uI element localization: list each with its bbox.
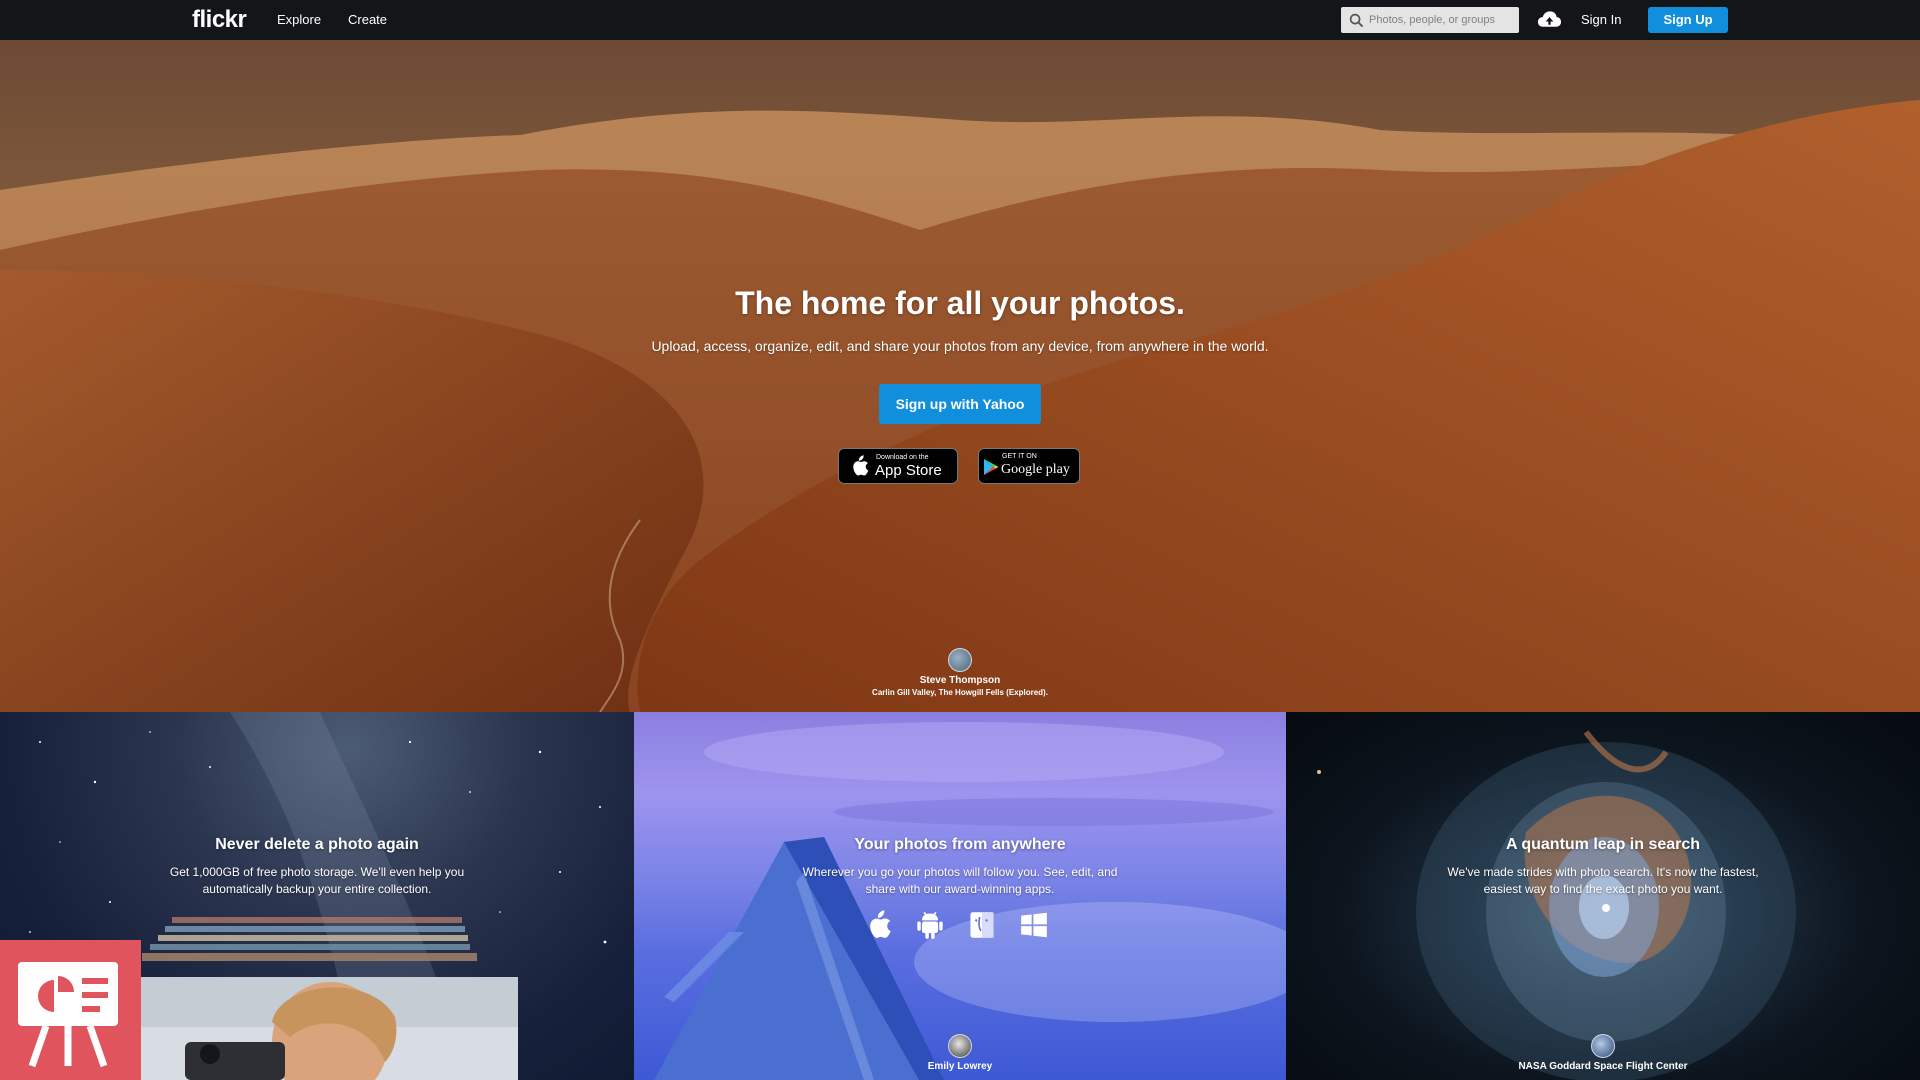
- search-photo-credit[interactable]: NASA Goddard Space Flight Center: [1453, 1034, 1753, 1072]
- nav-explore-link[interactable]: Explore: [277, 12, 321, 27]
- apple-icon[interactable]: [864, 910, 896, 942]
- search-box[interactable]: [1341, 7, 1519, 33]
- storage-panel-title: Never delete a photo again: [215, 836, 419, 853]
- search-feature-panel: A quantum leap in search We've made stri…: [1286, 712, 1920, 1080]
- anywhere-photo-credit[interactable]: Emily Lowrey: [810, 1034, 1110, 1072]
- mac-finder-icon[interactable]: [968, 910, 1000, 942]
- hero-title: The home for all your photos.: [735, 285, 1185, 321]
- photo-caption[interactable]: Carlin Gill Valley, The Howgill Fells (E…: [810, 688, 1110, 697]
- top-navigation-bar: flickr Explore Create Sign In Sign Up: [0, 0, 1920, 40]
- hero-section: The home for all your photos. Upload, ac…: [0, 40, 1920, 712]
- search-panel-text: We've made strides with photo search. It…: [1447, 865, 1759, 896]
- platform-app-icons: [864, 910, 1064, 942]
- android-icon[interactable]: [916, 910, 948, 942]
- photo-author[interactable]: NASA Goddard Space Flight Center: [1453, 1061, 1753, 1072]
- anywhere-feature-panel: Your photos from anywhere Wherever you g…: [634, 712, 1286, 1080]
- anywhere-panel-title: Your photos from anywhere: [854, 836, 1066, 853]
- flickr-logo[interactable]: flickr: [192, 6, 247, 34]
- author-avatar[interactable]: [948, 1034, 972, 1058]
- hero-photo-credit[interactable]: Steve Thompson Carlin Gill Valley, The H…: [810, 648, 1110, 697]
- cloud-upload-icon[interactable]: [1537, 9, 1562, 31]
- photographer-photo: [141, 977, 518, 1080]
- search-panel-title: A quantum leap in search: [1505, 836, 1701, 853]
- google-play-icon: [984, 459, 999, 475]
- search-input[interactable]: [1369, 10, 1514, 30]
- anywhere-panel-text: Wherever you go your photos will follow …: [802, 865, 1118, 896]
- sign-up-with-yahoo-button[interactable]: Sign up with Yahoo: [879, 384, 1041, 424]
- google-play-small-text: GET IT ON: [1002, 453, 1037, 460]
- windows-icon[interactable]: [1020, 910, 1052, 942]
- storage-panel-text: Get 1,000GB of free photo storage. We'll…: [169, 865, 465, 896]
- stacked-photo-strips: [142, 917, 477, 961]
- app-store-big-text: App Store: [875, 462, 942, 479]
- photo-author[interactable]: Steve Thompson: [810, 675, 1110, 686]
- nav-create-link[interactable]: Create: [348, 12, 387, 27]
- photo-author[interactable]: Emily Lowrey: [810, 1061, 1110, 1072]
- apple-icon: [853, 455, 869, 476]
- search-icon: [1349, 13, 1364, 28]
- hero-subtitle: Upload, access, organize, edit, and shar…: [651, 338, 1269, 354]
- sign-up-button[interactable]: Sign Up: [1648, 7, 1728, 33]
- google-play-big-text: Google play: [1001, 462, 1070, 477]
- app-store-small-text: Download on the: [876, 454, 929, 461]
- presentation-icon: [18, 962, 118, 1068]
- sign-in-link[interactable]: Sign In: [1581, 12, 1621, 27]
- google-play-badge[interactable]: GET IT ON Google play: [978, 448, 1080, 484]
- author-avatar[interactable]: [1591, 1034, 1615, 1058]
- app-store-badge[interactable]: Download on the App Store: [838, 448, 958, 484]
- hero-background-photo: [0, 40, 1920, 712]
- feedback-badge[interactable]: [0, 940, 141, 1080]
- author-avatar[interactable]: [948, 648, 972, 672]
